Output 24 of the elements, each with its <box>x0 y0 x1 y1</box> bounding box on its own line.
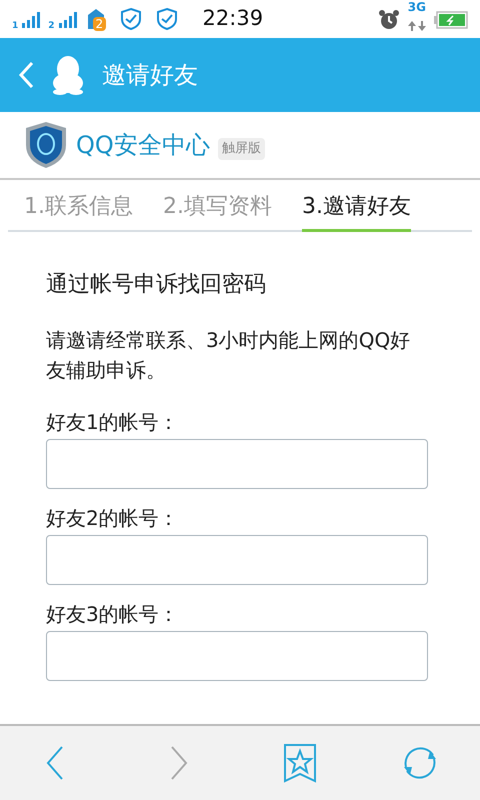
section-heading: 通过帐号申诉找回密码 <box>46 271 267 299</box>
step-tab[interactable]: 1.联系信息 <box>24 182 133 232</box>
instruction-text: 请邀请经常联系、3小时内能上网的QQ好友辅助申诉。 <box>46 327 412 384</box>
shield-logo-icon <box>24 121 68 169</box>
sim-label: 1 <box>12 22 18 31</box>
input-field[interactable] <box>46 439 428 489</box>
shield-icon <box>154 6 179 32</box>
brand-name: QQ安全中心 <box>76 130 210 161</box>
step-tab[interactable]: 3.邀请好友 <box>302 182 411 232</box>
input-field[interactable] <box>46 535 428 585</box>
clock-time: 22:39 <box>202 5 264 32</box>
sim-label: 2 <box>48 22 55 31</box>
back-button[interactable] <box>18 61 34 89</box>
field-label: 好友1的帐号： <box>46 409 180 436</box>
input-field[interactable] <box>46 631 428 681</box>
alarm-icon <box>378 7 400 31</box>
shield-icon <box>118 6 143 32</box>
step-tab[interactable]: 2.填写资料 <box>163 182 272 232</box>
penguin-icon <box>50 55 86 95</box>
network-type: 3G <box>408 1 426 13</box>
field-label: 好友3的帐号： <box>46 601 180 628</box>
page-title: 邀请好友 <box>102 60 198 91</box>
edition-tag: 触屏版 <box>218 138 265 160</box>
field-label: 好友2的帐号： <box>46 505 180 532</box>
